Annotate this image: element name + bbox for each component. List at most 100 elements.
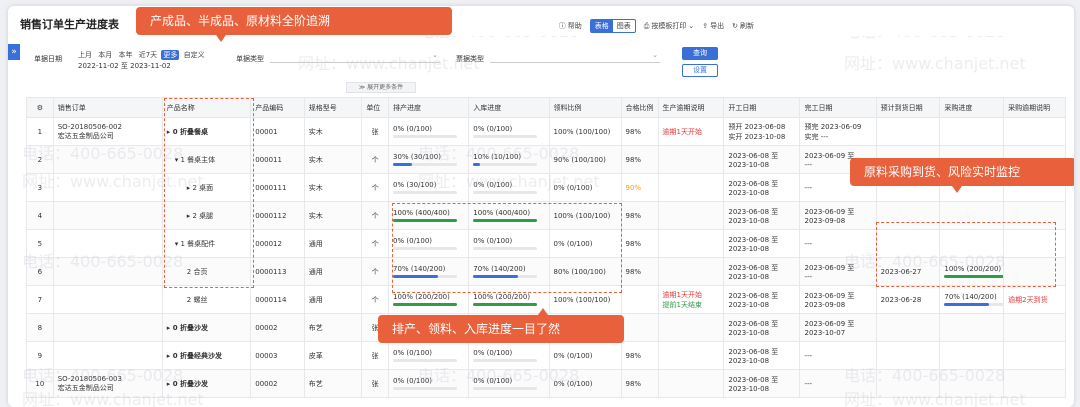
plan-detail: (30/100) bbox=[410, 153, 441, 161]
date-chip-7days[interactable]: 近7天 bbox=[137, 50, 159, 60]
plan-detail: (0/100) bbox=[406, 377, 433, 385]
purchase-progress-cell bbox=[939, 117, 1005, 146]
product-name[interactable]: ▸ 0 折叠沙发 bbox=[167, 380, 208, 388]
order-cell[interactable]: SO-20180506-002 宏达五金制品公司 bbox=[52, 117, 163, 146]
product-name-cell[interactable]: ▸ 0 折叠经典沙发 bbox=[161, 341, 252, 370]
spec: 实木 bbox=[308, 127, 323, 136]
column-header[interactable]: 采购进度 bbox=[939, 97, 1005, 118]
instock-detail: (10/100) bbox=[491, 153, 522, 161]
start-date: 2023-06-08 至 bbox=[728, 263, 779, 272]
unit-cell: 个 bbox=[361, 285, 390, 314]
instock-progress-bar bbox=[473, 387, 538, 390]
plan-progress-cell: 0% (0/100) bbox=[388, 369, 470, 398]
export-button[interactable]: ⇪ 导出 bbox=[702, 21, 724, 31]
end-date-cell: 2023-06-09 至 2023-10-07 bbox=[799, 313, 877, 342]
bill-type-select[interactable]: ⌄ bbox=[490, 51, 660, 63]
product-name-cell[interactable]: 2 螺丝 bbox=[161, 285, 252, 314]
purchase-overdue-note: 逾期2天到货 bbox=[1008, 295, 1048, 304]
product-name[interactable]: ▸ 0 折叠沙发 bbox=[167, 324, 208, 332]
printer-icon: ⎙ bbox=[643, 21, 650, 30]
pick-detail: (0/100) bbox=[566, 379, 593, 388]
date-chip-last-month[interactable]: 上月 bbox=[76, 50, 94, 60]
column-header[interactable]: 生产逾期说明 bbox=[657, 97, 725, 118]
instock-detail: (0/100) bbox=[486, 349, 513, 357]
product-code-cell: 00002 bbox=[250, 313, 305, 342]
gear-icon[interactable]: ⚙ bbox=[37, 104, 43, 112]
progress-fill bbox=[473, 303, 538, 306]
instock-progress-bar bbox=[473, 191, 538, 194]
row-number-cell: 6 bbox=[26, 257, 54, 286]
query-button[interactable]: 查询 bbox=[682, 47, 718, 60]
pass-ratio-cell bbox=[620, 313, 659, 342]
pick-detail: (0/100) bbox=[566, 183, 593, 192]
order-cell[interactable] bbox=[52, 257, 163, 286]
plan-percent: 0% bbox=[393, 349, 405, 357]
order-cell[interactable] bbox=[52, 173, 163, 202]
order-number: SO-20180506-002 bbox=[57, 122, 122, 131]
column-header[interactable]: 领料比例 bbox=[548, 97, 622, 118]
start-date: 预开 2023-06-08 bbox=[728, 122, 786, 131]
highlight-progress-columns bbox=[392, 203, 622, 293]
order-cell[interactable]: SO-20180506-003 宏达五金制品公司 bbox=[52, 369, 163, 398]
row-number-cell: 4 bbox=[26, 201, 54, 230]
column-header[interactable]: 销售订单 bbox=[52, 97, 163, 118]
date-chip-custom[interactable]: 自定义 bbox=[182, 50, 207, 60]
plan-percent: 100% bbox=[393, 293, 414, 301]
product-name[interactable]: ▸ 0 折叠经典沙发 bbox=[167, 352, 222, 360]
help-button[interactable]: ⓘ 帮助 bbox=[559, 21, 582, 31]
product-name-cell[interactable]: ▸ 0 折叠沙发 bbox=[161, 313, 252, 342]
end-date-2: --- bbox=[804, 272, 813, 281]
end-date-cell: 2023-06-09 至 2023-09-08 bbox=[799, 201, 877, 230]
product-code: 00002 bbox=[255, 379, 278, 388]
start-date-2: 实开 2023-10-08 bbox=[728, 132, 786, 141]
sidebar-toggle-button[interactable]: » bbox=[8, 44, 20, 60]
plan-percent: 0% bbox=[393, 377, 405, 385]
settings-column-header[interactable]: ⚙ bbox=[26, 97, 54, 118]
order-cell[interactable] bbox=[52, 145, 163, 174]
product-name-cell[interactable]: ▸ 0 折叠沙发 bbox=[161, 369, 252, 398]
refresh-button[interactable]: ↻ 刷新 bbox=[732, 21, 754, 31]
expand-conditions-button[interactable]: ≫ 展开更多条件 bbox=[346, 82, 416, 93]
print-button[interactable]: ⎙ 按模板打印 ⌄ bbox=[644, 21, 694, 31]
column-header[interactable]: 单位 bbox=[361, 97, 390, 118]
pick-percent: 100% bbox=[553, 127, 574, 136]
column-header[interactable]: 开工日期 bbox=[723, 97, 801, 118]
view-chart-button[interactable]: 图表 bbox=[613, 20, 635, 32]
column-header[interactable]: 规格型号 bbox=[303, 97, 363, 118]
unit-cell: 张 bbox=[361, 341, 390, 370]
pass-ratio-cell: 98% bbox=[620, 341, 659, 370]
order-cell[interactable] bbox=[52, 285, 163, 314]
settings-button[interactable]: 设置 bbox=[682, 64, 718, 77]
pick-ratio-cell: 0% (0/100) bbox=[548, 341, 622, 370]
pass-ratio: 98% bbox=[625, 379, 642, 388]
date-chip-this-year[interactable]: 本年 bbox=[116, 50, 134, 60]
order-cell[interactable] bbox=[52, 229, 163, 258]
production-overdue-cell bbox=[657, 145, 725, 174]
product-name[interactable]: 2 螺丝 bbox=[167, 296, 208, 304]
date-chip-more[interactable]: 更多 bbox=[161, 50, 180, 60]
column-header[interactable]: 排产进度 bbox=[388, 97, 470, 118]
order-cell[interactable] bbox=[52, 341, 163, 370]
column-header[interactable]: 完工日期 bbox=[799, 97, 877, 118]
instock-progress-cell: 0% (0/100) bbox=[468, 341, 550, 370]
pick-detail: (100/100) bbox=[571, 155, 606, 164]
start-date-cell: 2023-06-08 至 2023-10-08 bbox=[723, 369, 801, 398]
production-early-note: 提前1天结束 bbox=[662, 300, 703, 309]
order-cell[interactable] bbox=[52, 313, 163, 342]
table-row[interactable]: 9 ▸ 0 折叠经典沙发 00003 皮革张 0% (0/100) 0% (0/100) 0… bbox=[26, 341, 1066, 370]
doc-type-select[interactable]: ⌄ bbox=[270, 51, 440, 63]
end-date: 2023-06-09 至 bbox=[804, 151, 855, 160]
view-table-button[interactable]: 表格 bbox=[590, 20, 613, 32]
date-chip-this-month[interactable]: 本月 bbox=[96, 50, 114, 60]
order-cell[interactable] bbox=[52, 201, 163, 230]
column-header[interactable]: 采购逾期说明 bbox=[1003, 97, 1066, 118]
print-label: 按模板打印 bbox=[651, 22, 687, 30]
product-code-cell: 00002 bbox=[250, 369, 305, 398]
column-header[interactable]: 入库进度 bbox=[468, 97, 550, 118]
plan-progress-cell: 0% (0/100) bbox=[388, 341, 470, 370]
column-header[interactable]: 合格比例 bbox=[620, 97, 659, 118]
table-row[interactable]: 10 SO-20180506-003 宏达五金制品公司 ▸ 0 折叠沙发 00002 布艺… bbox=[26, 369, 1066, 398]
production-overdue-cell bbox=[657, 229, 725, 258]
column-header[interactable]: 预计到货日期 bbox=[875, 97, 941, 118]
column-header[interactable]: 产品编码 bbox=[250, 97, 305, 118]
